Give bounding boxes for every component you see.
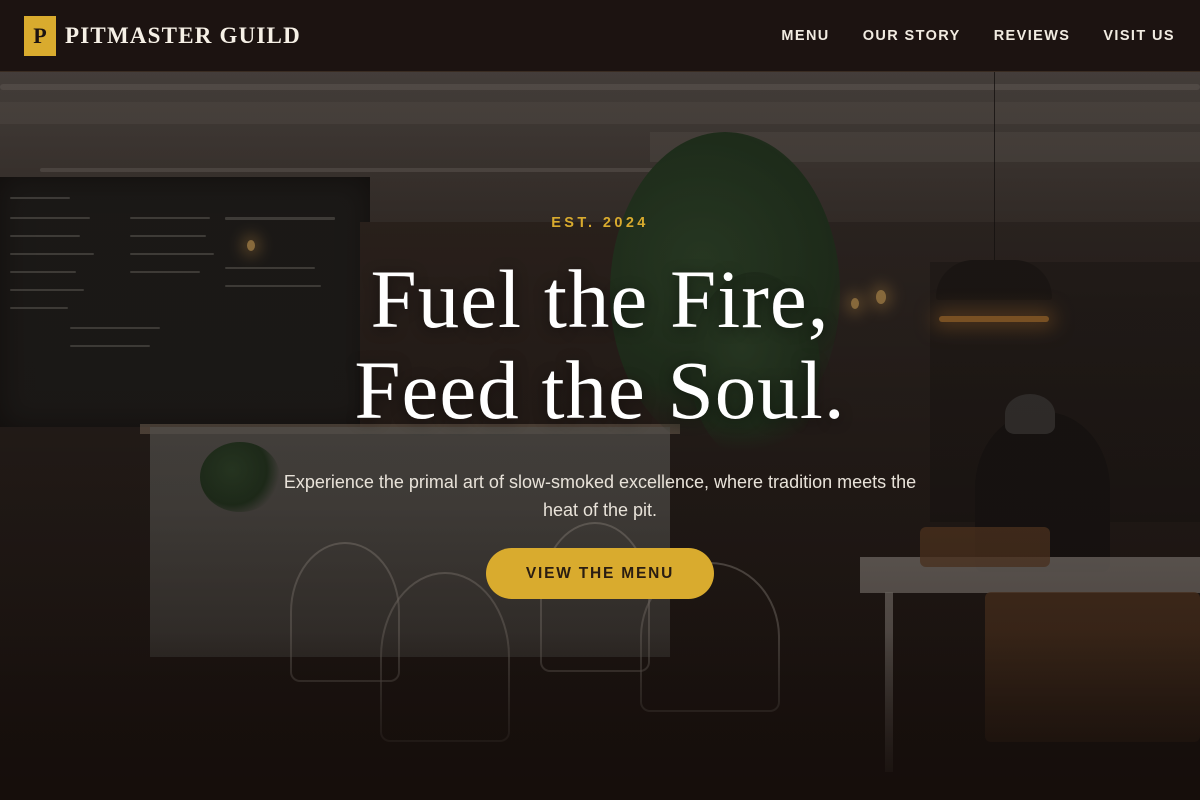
headline-line-1: Fuel the Fire,: [370, 253, 830, 345]
site-header: P PITMASTER GUILD MENU OUR STORY REVIEWS…: [0, 0, 1200, 72]
view-menu-button[interactable]: VIEW THE MENU: [486, 548, 714, 599]
hero: EST. 2024 Fuel the Fire, Feed the Soul. …: [0, 72, 1200, 800]
hero-subtext: Experience the primal art of slow-smoked…: [283, 472, 917, 520]
brand[interactable]: P PITMASTER GUILD: [24, 15, 301, 56]
nav-link-visit-us[interactable]: VISIT US: [1103, 28, 1175, 44]
nav-link-menu[interactable]: MENU: [781, 28, 829, 44]
brand-name: PITMASTER GUILD: [65, 22, 301, 48]
page: P PITMASTER GUILD MENU OUR STORY REVIEWS…: [0, 0, 1200, 800]
nav-link-our-story[interactable]: OUR STORY: [863, 28, 961, 44]
main-nav: MENU OUR STORY REVIEWS VISIT US: [781, 28, 1176, 44]
hero-headline: Fuel the Fire, Feed the Soul.: [0, 254, 1200, 436]
nav-link-reviews[interactable]: REVIEWS: [994, 28, 1071, 44]
headline-line-2: Feed the Soul.: [354, 344, 846, 436]
established-tag: EST. 2024: [551, 215, 649, 231]
logo-mark: P: [24, 15, 56, 56]
